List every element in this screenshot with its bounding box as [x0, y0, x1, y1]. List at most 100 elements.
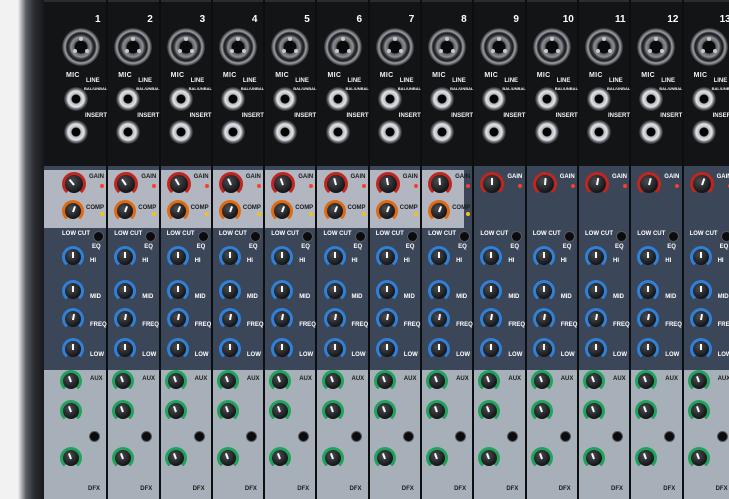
gain-knob[interactable]: [114, 172, 139, 196]
line-input-jack[interactable]: [430, 87, 455, 111]
comp-knob[interactable]: [62, 200, 84, 222]
aux-pre-post-button[interactable]: [560, 432, 570, 441]
aux-2-knob[interactable]: [60, 400, 82, 422]
aux-3-knob[interactable]: [583, 447, 605, 469]
aux-2-knob[interactable]: [164, 400, 187, 422]
line-input-jack[interactable]: [587, 87, 611, 111]
hi-eq-knob[interactable]: [323, 246, 346, 268]
gain-knob[interactable]: [218, 172, 243, 196]
xlr-input-jack[interactable]: [689, 28, 728, 66]
xlr-input-jack[interactable]: [114, 28, 153, 66]
aux-1-knob[interactable]: [478, 370, 501, 392]
aux-2-knob[interactable]: [321, 400, 344, 422]
mid-eq-knob[interactable]: [480, 280, 503, 302]
insert-jack[interactable]: [534, 120, 559, 144]
low-cut-button[interactable]: [617, 232, 626, 241]
aux-pre-post-button[interactable]: [508, 432, 518, 441]
xlr-input-jack[interactable]: [375, 28, 414, 66]
low-eq-knob[interactable]: [428, 338, 451, 360]
gain-knob[interactable]: [689, 172, 714, 196]
comp-knob[interactable]: [428, 200, 451, 222]
mid-eq-knob[interactable]: [62, 280, 84, 302]
low-eq-knob[interactable]: [323, 338, 346, 360]
xlr-input-jack[interactable]: [480, 28, 519, 66]
low-eq-knob[interactable]: [375, 338, 398, 360]
mid-freq-knob[interactable]: [166, 308, 189, 330]
insert-jack[interactable]: [64, 120, 88, 144]
insert-jack[interactable]: [325, 120, 350, 144]
gain-knob[interactable]: [428, 172, 453, 196]
aux-2-knob[interactable]: [635, 400, 658, 422]
hi-eq-knob[interactable]: [689, 246, 712, 268]
line-input-jack[interactable]: [220, 87, 245, 111]
gain-knob[interactable]: [323, 172, 348, 196]
line-input-jack[interactable]: [482, 87, 507, 111]
mid-freq-knob[interactable]: [323, 308, 346, 330]
line-input-jack[interactable]: [64, 87, 88, 111]
comp-knob[interactable]: [271, 200, 294, 222]
line-input-jack[interactable]: [534, 87, 559, 111]
low-cut-button[interactable]: [198, 232, 208, 241]
insert-jack[interactable]: [220, 120, 245, 144]
aux-3-knob[interactable]: [478, 447, 501, 469]
aux-pre-post-button[interactable]: [246, 432, 256, 441]
xlr-input-jack[interactable]: [532, 28, 571, 66]
mid-freq-knob[interactable]: [114, 308, 137, 330]
mid-eq-knob[interactable]: [218, 280, 241, 302]
aux-pre-post-button[interactable]: [717, 432, 727, 441]
mid-eq-knob[interactable]: [375, 280, 398, 302]
aux-2-knob[interactable]: [530, 400, 553, 422]
line-input-jack[interactable]: [116, 87, 141, 111]
line-input-jack[interactable]: [325, 87, 350, 111]
xlr-input-jack[interactable]: [62, 28, 100, 66]
comp-knob[interactable]: [114, 200, 137, 222]
low-eq-knob[interactable]: [271, 338, 294, 360]
mid-freq-knob[interactable]: [271, 308, 294, 330]
aux-pre-post-button[interactable]: [665, 432, 675, 441]
aux-3-knob[interactable]: [373, 447, 396, 469]
hi-eq-knob[interactable]: [428, 246, 451, 268]
hi-eq-knob[interactable]: [637, 246, 660, 268]
mid-eq-knob[interactable]: [166, 280, 189, 302]
gain-knob[interactable]: [271, 172, 296, 196]
aux-3-knob[interactable]: [269, 447, 292, 469]
aux-3-knob[interactable]: [687, 447, 710, 469]
aux-1-knob[interactable]: [164, 370, 187, 392]
low-cut-button[interactable]: [303, 232, 313, 241]
aux-1-knob[interactable]: [112, 370, 135, 392]
low-cut-button[interactable]: [721, 232, 729, 241]
aux-2-knob[interactable]: [373, 400, 396, 422]
gain-knob[interactable]: [166, 172, 191, 196]
aux-1-knob[interactable]: [687, 370, 710, 392]
aux-pre-post-button[interactable]: [403, 432, 413, 441]
aux-pre-post-button[interactable]: [142, 432, 152, 441]
aux-pre-post-button[interactable]: [456, 432, 466, 441]
line-input-jack[interactable]: [639, 87, 664, 111]
xlr-input-jack[interactable]: [637, 28, 676, 66]
xlr-input-jack[interactable]: [585, 28, 623, 66]
aux-pre-post-button[interactable]: [351, 432, 361, 441]
comp-knob[interactable]: [323, 200, 346, 222]
low-cut-button[interactable]: [94, 232, 103, 241]
line-input-jack[interactable]: [691, 87, 716, 111]
low-eq-knob[interactable]: [114, 338, 137, 360]
insert-jack[interactable]: [482, 120, 507, 144]
comp-knob[interactable]: [375, 200, 398, 222]
aux-3-knob[interactable]: [60, 447, 82, 469]
comp-knob[interactable]: [218, 200, 241, 222]
low-eq-knob[interactable]: [637, 338, 660, 360]
low-cut-button[interactable]: [669, 232, 679, 241]
hi-eq-knob[interactable]: [375, 246, 398, 268]
aux-1-knob[interactable]: [60, 370, 82, 392]
aux-pre-post-button[interactable]: [194, 432, 204, 441]
insert-jack[interactable]: [691, 120, 716, 144]
aux-2-knob[interactable]: [112, 400, 135, 422]
xlr-input-jack[interactable]: [428, 28, 467, 66]
hi-eq-knob[interactable]: [114, 246, 137, 268]
aux-3-knob[interactable]: [112, 447, 135, 469]
mid-eq-knob[interactable]: [689, 280, 712, 302]
mid-freq-knob[interactable]: [218, 308, 241, 330]
aux-1-knob[interactable]: [635, 370, 658, 392]
insert-jack[interactable]: [430, 120, 455, 144]
hi-eq-knob[interactable]: [585, 246, 607, 268]
